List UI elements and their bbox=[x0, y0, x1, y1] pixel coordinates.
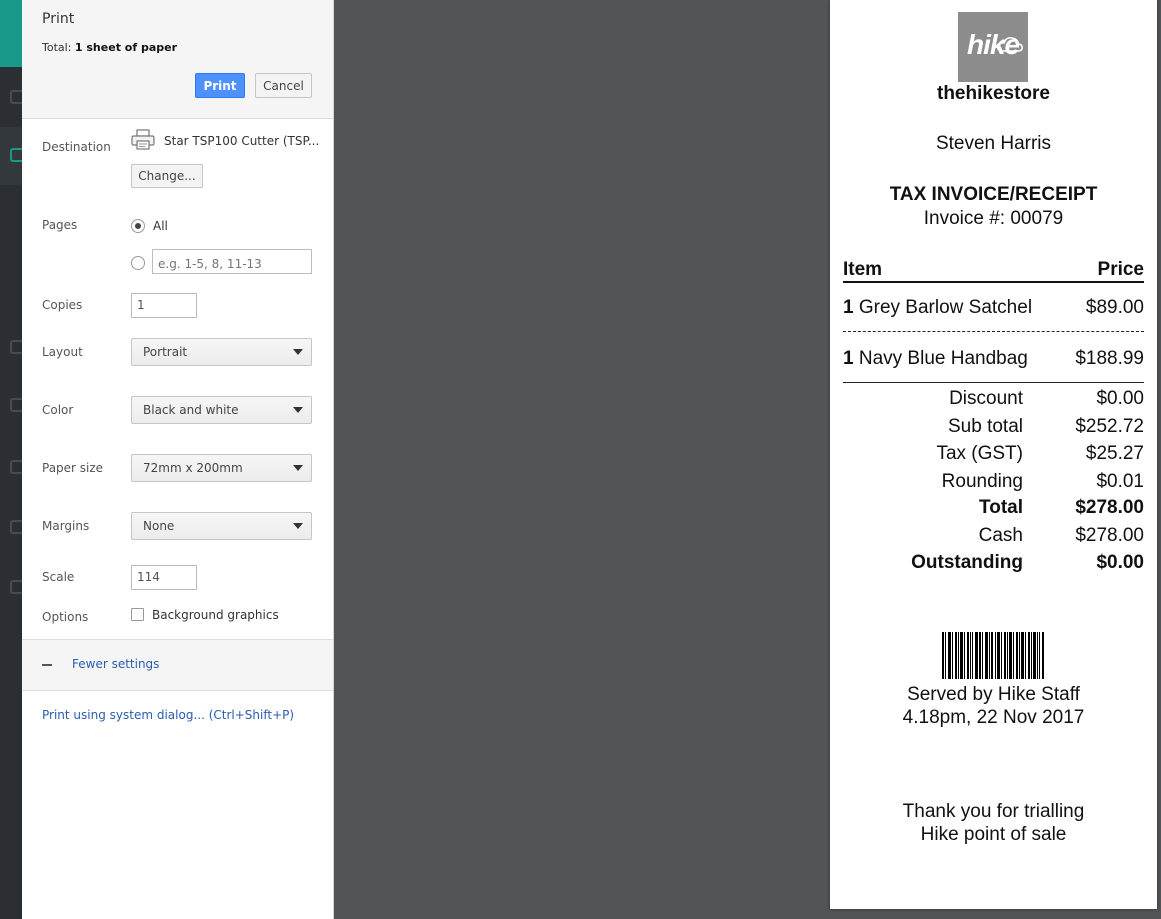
summary-value: $278.00 bbox=[1075, 525, 1144, 546]
app-home-icon bbox=[10, 90, 22, 104]
thanks-line-2: Hike point of sale bbox=[920, 824, 1067, 845]
chevron-down-icon bbox=[293, 407, 303, 413]
summary-value: $252.72 bbox=[1075, 416, 1144, 437]
summary-tax: Tax (GST) $25.27 bbox=[843, 443, 1144, 467]
invoice-number: Invoice #: 00079 bbox=[923, 208, 1064, 229]
line-item-qty: 1 bbox=[843, 297, 854, 318]
item-divider bbox=[843, 331, 1144, 332]
store-name: thehikestore bbox=[937, 83, 1050, 104]
column-header-price: Price bbox=[1097, 259, 1144, 280]
app-reports-icon bbox=[10, 520, 22, 534]
sheet-total-label: Total: bbox=[42, 41, 72, 54]
line-item: 1 Grey Barlow Satchel $89.00 bbox=[843, 297, 1144, 319]
color-value: Black and white bbox=[143, 403, 239, 417]
summary-label: Total bbox=[979, 497, 1023, 518]
fewer-settings-row[interactable]: Fewer settings bbox=[22, 639, 333, 691]
summary-label: Sub total bbox=[948, 416, 1023, 437]
summary-label: Discount bbox=[949, 388, 1023, 409]
summary-value: $0.00 bbox=[1096, 552, 1144, 573]
print-button[interactable]: Print bbox=[195, 73, 245, 98]
destination-printer-name: Star TSP100 Cutter (TSP... bbox=[164, 134, 320, 148]
sheet-total-value: 1 sheet of paper bbox=[74, 41, 178, 54]
barcode bbox=[942, 632, 1044, 679]
summary-label: Tax (GST) bbox=[936, 443, 1023, 464]
print-settings-panel: Print Total: 1 sheet of paper Print Canc… bbox=[22, 0, 334, 919]
summary-value: $278.00 bbox=[1075, 497, 1144, 518]
column-header-item: Item bbox=[843, 259, 883, 280]
summary-total: Total $278.00 bbox=[843, 497, 1144, 521]
layout-select[interactable]: Portrait bbox=[131, 338, 312, 366]
margins-select[interactable]: None bbox=[131, 512, 312, 540]
paper-size-value: 72mm x 200mm bbox=[143, 461, 243, 475]
layout-label: Layout bbox=[42, 345, 83, 359]
background-app-sidebar bbox=[0, 0, 22, 919]
copies-input[interactable]: 1 bbox=[131, 293, 197, 318]
app-tag-icon bbox=[10, 340, 22, 354]
minus-icon bbox=[42, 664, 52, 666]
summary-cash: Cash $278.00 bbox=[843, 525, 1144, 549]
pages-all-radio[interactable] bbox=[131, 219, 145, 233]
summary-outstanding: Outstanding $0.00 bbox=[843, 552, 1144, 576]
summary-rounding: Rounding $0.01 bbox=[843, 471, 1144, 495]
summary-label: Outstanding bbox=[911, 552, 1023, 573]
line-item-price: $188.99 bbox=[1075, 348, 1144, 369]
margins-value: None bbox=[143, 519, 175, 533]
receipt-title: TAX INVOICE/RECEIPT bbox=[889, 184, 1098, 205]
destination-label: Destination bbox=[42, 140, 111, 154]
change-destination-button[interactable]: Change... bbox=[131, 164, 203, 188]
line-item-qty: 1 bbox=[843, 348, 854, 369]
summary-discount: Discount $0.00 bbox=[843, 388, 1144, 412]
pages-range-input[interactable] bbox=[152, 249, 312, 274]
chevron-down-icon bbox=[293, 349, 303, 355]
margins-label: Margins bbox=[42, 519, 90, 533]
summary-value: $0.00 bbox=[1096, 388, 1144, 409]
app-customers-icon bbox=[10, 460, 22, 474]
logo-text: hike bbox=[966, 29, 1020, 60]
summary-value: $25.27 bbox=[1085, 443, 1144, 464]
color-label: Color bbox=[42, 403, 74, 417]
background-graphics-checkbox[interactable] bbox=[131, 608, 144, 621]
layout-value: Portrait bbox=[143, 345, 188, 359]
line-item-name: Grey Barlow Satchel bbox=[858, 297, 1033, 318]
summary-label: Cash bbox=[978, 525, 1023, 546]
chevron-down-icon bbox=[293, 523, 303, 529]
color-select[interactable]: Black and white bbox=[131, 396, 312, 424]
app-layers-icon bbox=[10, 398, 22, 412]
options-label: Options bbox=[42, 610, 89, 624]
pages-label: Pages bbox=[42, 218, 78, 232]
app-user-icon bbox=[10, 580, 22, 594]
background-graphics-label: Background graphics bbox=[152, 608, 279, 622]
pages-all-label: All bbox=[153, 219, 168, 233]
pages-range-radio[interactable] bbox=[131, 256, 145, 270]
items-divider bbox=[843, 382, 1144, 383]
summary-subtotal: Sub total $252.72 bbox=[843, 416, 1144, 440]
served-by: Served by Hike Staff bbox=[907, 684, 1080, 705]
line-item-name: Navy Blue Handbag bbox=[858, 348, 1028, 369]
receipt-preview: hike thehikestore Steven Harris TAX INVO… bbox=[830, 0, 1157, 909]
customer-name: Steven Harris bbox=[935, 133, 1052, 154]
line-item: 1 Navy Blue Handbag $188.99 bbox=[843, 348, 1144, 370]
app-sell-icon bbox=[10, 148, 22, 162]
line-item-price: $89.00 bbox=[1085, 297, 1144, 318]
printer-icon bbox=[131, 129, 155, 150]
sheet-total: Total: 1 sheet of paper bbox=[42, 41, 177, 54]
summary-value: $0.01 bbox=[1096, 471, 1144, 492]
header-divider bbox=[843, 281, 1144, 283]
receipt-datetime: 4.18pm, 22 Nov 2017 bbox=[902, 707, 1085, 728]
app-header-strip bbox=[0, 0, 22, 67]
thanks-line-1: Thank you for trialling bbox=[902, 801, 1085, 822]
cancel-button[interactable]: Cancel bbox=[255, 73, 312, 98]
dialog-title: Print bbox=[42, 11, 75, 27]
fewer-settings-link[interactable]: Fewer settings bbox=[72, 657, 159, 671]
paper-size-label: Paper size bbox=[42, 461, 104, 475]
summary-label: Rounding bbox=[941, 471, 1023, 492]
scale-input[interactable]: 114 bbox=[131, 565, 197, 590]
system-dialog-link[interactable]: Print using system dialog... (Ctrl+Shift… bbox=[42, 708, 294, 722]
chevron-down-icon bbox=[293, 465, 303, 471]
copies-label: Copies bbox=[42, 298, 83, 312]
paper-size-select[interactable]: 72mm x 200mm bbox=[131, 454, 312, 482]
print-header: Print Total: 1 sheet of paper Print Canc… bbox=[22, 0, 333, 119]
scale-label: Scale bbox=[42, 570, 75, 584]
hike-logo: hike bbox=[958, 12, 1028, 82]
